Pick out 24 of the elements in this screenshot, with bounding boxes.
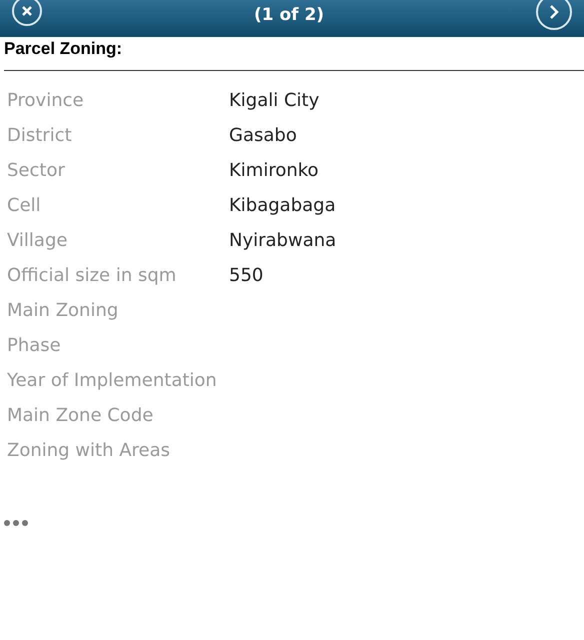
field-value: Gasabo bbox=[229, 124, 297, 148]
field-value: Kigali City bbox=[229, 89, 320, 113]
field-label: District bbox=[6, 124, 73, 148]
field-label: Main Zoning bbox=[6, 299, 120, 323]
next-button[interactable] bbox=[536, 0, 572, 30]
field-label: Phase bbox=[6, 334, 62, 358]
field-value: Kimironko bbox=[229, 159, 319, 183]
close-button[interactable] bbox=[12, 0, 42, 26]
field-label: Zoning with Areas bbox=[6, 439, 172, 463]
section-title: Parcel Zoning: bbox=[3, 38, 124, 60]
more-icon[interactable] bbox=[4, 520, 28, 526]
field-value: 550 bbox=[229, 264, 264, 288]
field-label: Village bbox=[6, 229, 68, 253]
header-title: (1 of 2) bbox=[254, 4, 324, 27]
field-label: Cell bbox=[6, 194, 42, 218]
field-label: Main Zone Code bbox=[6, 404, 154, 428]
field-value: Nyirabwana bbox=[229, 229, 336, 253]
field-label: Official size in sqm bbox=[6, 264, 178, 288]
field-label: Sector bbox=[6, 159, 66, 183]
field-label: Province bbox=[6, 89, 85, 113]
field-value: Kibagabaga bbox=[229, 194, 336, 218]
field-label: Year of Implementation bbox=[6, 369, 218, 393]
close-icon bbox=[21, 4, 33, 16]
chevron-right-icon bbox=[548, 4, 560, 20]
